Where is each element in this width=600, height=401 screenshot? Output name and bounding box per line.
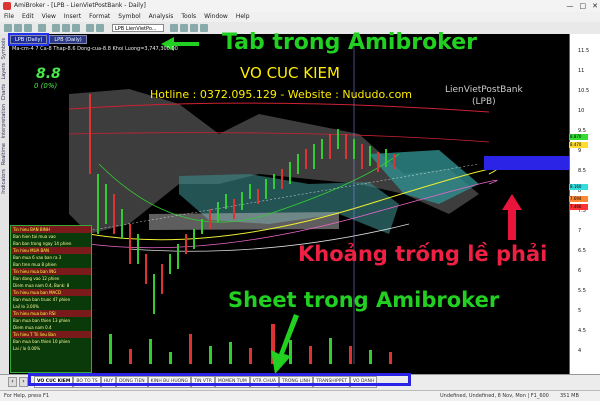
menu-analysis[interactable]: Analysis <box>149 12 174 22</box>
strip-charts[interactable]: Charts <box>1 84 7 100</box>
paste-icon[interactable] <box>72 24 80 32</box>
volume-bars <box>89 324 392 364</box>
strip-symbols[interactable]: Symbols <box>1 38 7 59</box>
draw-text-icon[interactable] <box>200 24 208 32</box>
strip-indicators[interactable]: Indicators <box>1 169 7 194</box>
axis-label: 11 <box>578 68 585 74</box>
window-controls: — □ ✕ <box>567 0 599 12</box>
axis-label: 10 <box>578 108 585 114</box>
axis-label: 9 <box>578 148 582 154</box>
zoom-out-icon[interactable] <box>96 24 104 32</box>
save-icon[interactable] <box>24 24 32 32</box>
price-tag: 7.466 <box>569 204 588 210</box>
signal-header: Tin hieu mua ban MACD <box>11 289 91 296</box>
stock-code: (LPB) <box>472 97 496 107</box>
axis-label: 5.5 <box>578 288 586 294</box>
axis-label: 7 <box>578 228 582 234</box>
menu-tools[interactable]: Tools <box>181 12 196 22</box>
annotation-sheet: Sheet trong Amibroker <box>228 288 500 312</box>
minimize-button[interactable]: — <box>567 0 574 12</box>
zoom-in-icon[interactable] <box>86 24 94 32</box>
signal-line: Ban tren mua 8 phien <box>13 262 57 267</box>
signal-line: Lai / lo 0.00% <box>13 346 41 351</box>
axis-label: 4 <box>578 348 582 354</box>
menu-window[interactable]: Window <box>204 12 228 22</box>
strip-interpretation[interactable]: Interpretation <box>1 104 7 139</box>
signal-line: Diem mua nam 0.4, Bank: 8 <box>13 283 70 288</box>
app-icon <box>3 2 11 10</box>
print-icon[interactable] <box>38 24 46 32</box>
gray-band <box>149 212 339 230</box>
copy-icon[interactable] <box>62 24 70 32</box>
new-icon[interactable] <box>4 24 12 32</box>
symbol-selector[interactable]: LPB LienVietPo... <box>112 24 164 32</box>
sheet-prev-icon[interactable]: ‹ <box>8 377 17 387</box>
price-tag: 8.870 <box>569 134 588 140</box>
hotline-text: Hotline : 0372.095.129 - Website : Nudud… <box>150 88 413 101</box>
signal-line: Ban mua ban thien 10 phien <box>13 339 70 344</box>
axis-label: 10.5 <box>578 88 590 94</box>
signal-line: Ban dang vao 12 phien <box>13 276 60 281</box>
price-change: 0 (0%) <box>34 82 58 90</box>
stock-name: LienVietPostBank (LPB) <box>445 84 523 108</box>
price-tag: 7.694 <box>569 196 588 202</box>
status-bar: For Help, press F1 Undefined, Undefined,… <box>0 390 600 401</box>
annotation-tab: Tab trong Amibroker <box>222 30 477 55</box>
menu-help[interactable]: Help <box>236 12 250 22</box>
open-icon[interactable] <box>14 24 22 32</box>
signal-header: Tin hieu MUA BAN <box>11 247 91 254</box>
draw-line-icon[interactable] <box>190 24 198 32</box>
chart-type-icon[interactable] <box>170 24 178 32</box>
price-tag: 8.470 <box>569 142 588 148</box>
axis-label: 6.5 <box>578 248 586 254</box>
interval-icon[interactable] <box>180 24 188 32</box>
signal-line: Lai/ lo 3.00% <box>13 304 39 309</box>
signal-line: Ban mua ban truoc 47 phien <box>13 297 71 302</box>
sheet-next-icon[interactable]: › <box>19 377 28 387</box>
menu-symbol[interactable]: Symbol <box>118 12 140 22</box>
signal-line: Ban mua 6 vao ban ra 3 <box>13 255 62 260</box>
sheet-arrow-icon <box>271 314 299 374</box>
menu-format[interactable]: Format <box>89 12 110 22</box>
chart-tab-1[interactable]: LPB (Daily) <box>7 33 50 46</box>
signal-line: Ban hien tai mua vao <box>13 234 56 239</box>
axis-label: 4.5 <box>578 328 586 334</box>
signal-header: Tin hieu BAN BINH <box>11 226 91 233</box>
signal-header: Tin hieu mua ban RSI <box>11 310 91 317</box>
annotation-right-space: Khoảng trống lề phải <box>298 242 548 266</box>
strip-realtime[interactable]: Realtime <box>1 143 7 165</box>
axis-label: 11.5 <box>578 48 590 54</box>
chart-tab-2[interactable]: LPB (Daily) <box>49 35 87 44</box>
menu-bar: File Edit View Insert Format Symbol Anal… <box>0 12 600 22</box>
menu-edit[interactable]: Edit <box>22 12 34 22</box>
cut-icon[interactable] <box>52 24 60 32</box>
signal-line: Ban mua ban thien 13 phien <box>13 318 70 323</box>
axis-label: 6 <box>578 268 582 274</box>
signal-line: Diem mua nam 0.4 <box>13 325 52 330</box>
menu-file[interactable]: File <box>4 12 14 22</box>
signal-panel: Tin hieu BAN BINH Ban hien tai mua vao B… <box>10 225 92 373</box>
axis-label: 5 <box>578 308 582 314</box>
strip-layers[interactable]: Layers <box>1 63 7 80</box>
menu-view[interactable]: View <box>42 12 56 22</box>
window-title: AmiBroker - [LPB - LienVietPostBank - Da… <box>14 2 146 9</box>
sheet-highlight-frame <box>28 373 411 386</box>
signal-header: Tin hieu mua ban ING <box>11 268 91 275</box>
stock-full-name: LienVietPostBank <box>445 85 523 95</box>
signal-line: Ban ban trong ngay 14 phien <box>13 241 72 246</box>
signal-header: Tin hieu T Tri lieu Ban <box>11 331 91 338</box>
sheet-nav: ‹ › <box>8 377 28 387</box>
price-tag: 8.160 <box>569 184 588 190</box>
brand-name: VO CUC KIEM <box>240 64 340 82</box>
chart-tabs: LPB (Daily) LPB (Daily) <box>7 33 87 46</box>
space-arrow-icon <box>502 194 522 240</box>
axis-label: 8.5 <box>578 168 586 174</box>
menu-insert[interactable]: Insert <box>64 12 81 22</box>
close-button[interactable]: ✕ <box>592 0 598 12</box>
title-bar: AmiBroker - [LPB - LienVietPostBank - Da… <box>0 0 600 12</box>
maximize-button[interactable]: □ <box>580 0 587 12</box>
current-price: 8.8 <box>36 66 61 82</box>
